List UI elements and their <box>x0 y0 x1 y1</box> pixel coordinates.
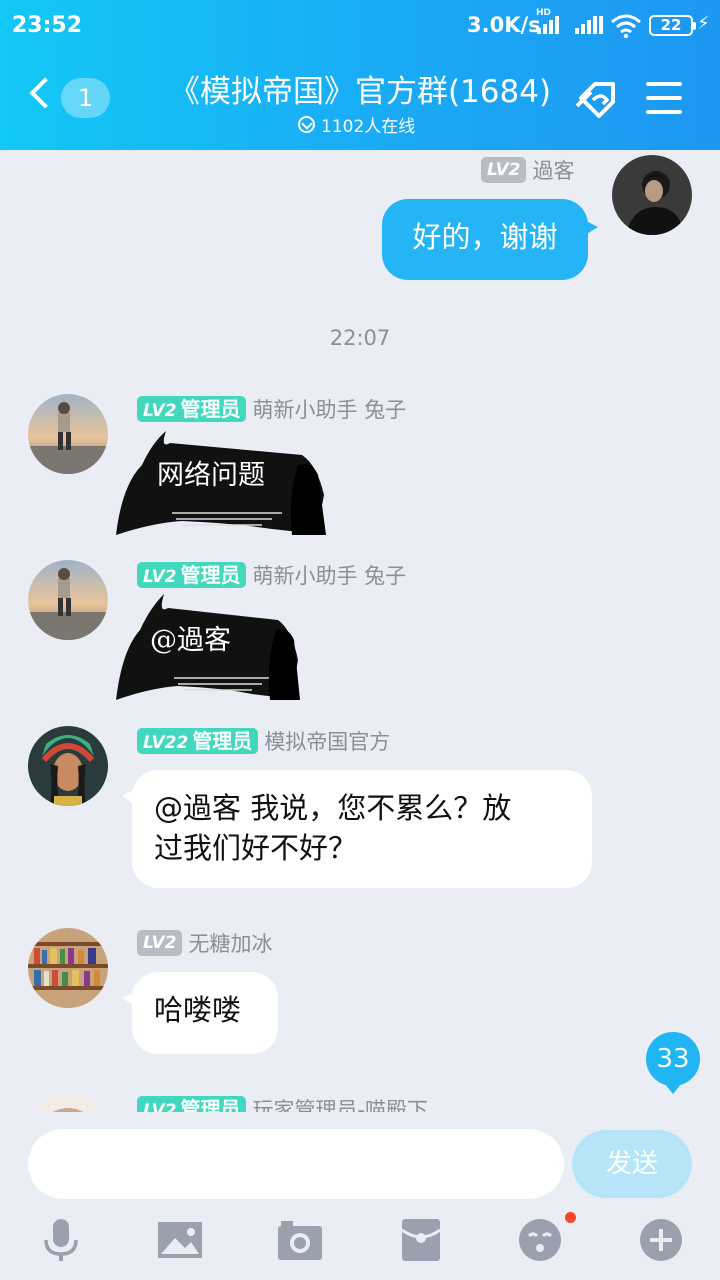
sender-info: LV2 管理员 萌新小助手 兔子 <box>137 560 406 590</box>
sender-name: 模拟帝国官方 <box>264 730 391 754</box>
signal-icon-2 <box>575 16 603 34</box>
red-packet-icon[interactable] <box>398 1218 444 1262</box>
level-badge: LV2 管理员 <box>137 562 247 588</box>
network-speed: 3.0K/s <box>467 13 541 37</box>
mic-icon[interactable] <box>38 1218 84 1262</box>
emoji-icon[interactable] <box>517 1218 563 1262</box>
wifi-icon <box>611 14 641 38</box>
sender-name: 過客 <box>532 159 575 183</box>
signal-icon <box>537 16 559 34</box>
message-bubble[interactable]: @過客 我说，您不累么？放 过我们好不好？ <box>122 770 592 888</box>
send-button[interactable]: 发送 <box>572 1130 692 1198</box>
sender-info: LV2 過客 <box>481 155 574 185</box>
avatar[interactable] <box>28 394 108 474</box>
online-status[interactable]: 1102人在线 <box>298 112 415 137</box>
menu-icon[interactable] <box>646 82 682 116</box>
sender-info: LV2 无糖加冰 <box>137 928 272 958</box>
message-text-line: @過客 我说，您不累么？放 <box>154 791 512 825</box>
avatar[interactable] <box>28 726 108 806</box>
avatar[interactable] <box>28 560 108 640</box>
plus-icon[interactable] <box>638 1218 684 1262</box>
sticker-text: @過客 <box>150 625 231 656</box>
input-area: 发送 <box>0 1112 720 1280</box>
sender-info: LV2 管理员 萌新小助手 兔子 <box>137 394 406 424</box>
message-bubble[interactable]: 哈喽喽 <box>122 972 278 1054</box>
group-title: 《模拟帝国》官方群(1684) <box>168 74 552 110</box>
back-arrow-icon <box>29 77 61 109</box>
image-icon[interactable] <box>157 1218 203 1262</box>
share-tag-icon[interactable] <box>573 78 623 122</box>
camera-icon[interactable] <box>277 1218 323 1262</box>
unread-count-badge: 1 <box>61 78 110 118</box>
time-separator: 22:07 <box>329 326 391 350</box>
message-input[interactable] <box>28 1129 564 1199</box>
online-count: 1102人在线 <box>321 117 416 137</box>
chevron-circle-icon <box>298 116 315 133</box>
battery-icon: 22 <box>649 15 696 36</box>
notification-dot <box>565 1212 576 1223</box>
avatar[interactable] <box>612 155 692 235</box>
sender-name: 萌新小助手 兔子 <box>252 398 407 422</box>
level-badge: LV2 <box>481 157 527 183</box>
sticker-message[interactable]: @過客 <box>112 590 302 702</box>
sender-name: 萌新小助手 兔子 <box>252 564 407 588</box>
message-text-line: 过我们好不好？ <box>154 831 358 865</box>
chat-header: 23:52 3.0K/s HD 22 ⚡ 1 《模拟帝国》官方群(1684) 1… <box>0 0 720 150</box>
level-badge: LV2 管理员 <box>137 396 247 422</box>
new-messages-badge[interactable]: 33 <box>646 1032 700 1094</box>
level-badge: LV22 管理员 <box>137 728 259 754</box>
status-bar: 23:52 3.0K/s HD 22 ⚡ <box>0 8 720 44</box>
charging-icon: ⚡ <box>697 13 710 34</box>
sender-name: 无糖加冰 <box>188 932 273 956</box>
message-bubble[interactable]: 好的，谢谢 <box>382 199 598 280</box>
avatar[interactable] <box>28 928 108 1008</box>
status-time: 23:52 <box>12 13 83 38</box>
level-badge: LV2 <box>137 930 183 956</box>
sender-info: LV22 管理员 模拟帝国官方 <box>137 726 390 756</box>
sticker-message[interactable]: 网络问题 <box>112 425 327 537</box>
sticker-text: 网络问题 <box>157 460 265 491</box>
back-button[interactable]: 1 <box>28 76 118 122</box>
